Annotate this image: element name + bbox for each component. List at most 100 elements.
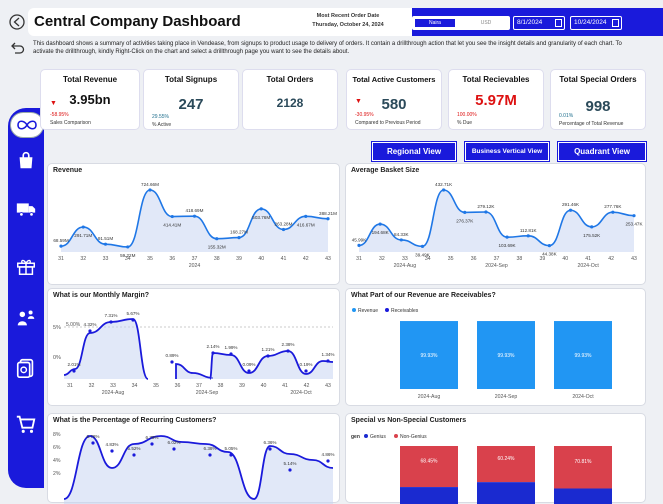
data-label: 416.67M	[297, 222, 315, 227]
data-label: 277.76K	[604, 204, 622, 209]
data-label: 4.86%	[321, 452, 334, 457]
kpi-total-receivables[interactable]: Total Recievables 5.97M 100.00% % Due	[448, 69, 544, 130]
x-tick-label: 38	[517, 256, 523, 262]
data-point	[110, 449, 114, 453]
kpi-sub-label: % Due	[457, 120, 473, 126]
kpi-value: 5.97M	[475, 92, 517, 109]
data-label: 291.71M	[74, 233, 92, 238]
x-group-label: 2024-Oct	[577, 263, 599, 269]
special-chart-panel[interactable]: Special vs Non-Special Customers gen Geni…	[345, 413, 646, 504]
money-icon[interactable]	[14, 356, 38, 380]
data-point	[126, 245, 130, 249]
kpi-sub-label: Compared to Previous Period	[355, 120, 421, 126]
data-point	[547, 244, 551, 248]
y-tick-label: 8%	[53, 432, 61, 438]
recent-order-label: Most Recent Order Date	[316, 13, 380, 19]
data-point	[170, 360, 174, 364]
x-tick-label: 39	[236, 256, 242, 262]
kpi-sub-value: 0.01%	[559, 113, 574, 119]
data-label: 5.05%	[224, 446, 237, 451]
kpi-total-revenue[interactable]: Total Revenue 3.95bn ▼ -58.95% Sales Com…	[40, 69, 140, 130]
data-point	[304, 214, 308, 218]
data-point	[304, 369, 308, 373]
kpi-sub-value: -30.95%	[355, 112, 374, 118]
x-tick-label: 41	[281, 256, 287, 262]
quadrant-view-button[interactable]: Quadrant View	[558, 142, 646, 161]
x-tick-label: 37	[192, 256, 198, 262]
x-tick-label: 36	[471, 256, 477, 262]
revenue-chart-panel[interactable]: Revenue 68.59M 291.71M 91.51M 59.22M 724.66M…	[47, 163, 340, 285]
x-group-label: 2024-Oct	[290, 390, 312, 396]
people-icon[interactable]	[14, 306, 38, 330]
data-label: 2.14%	[206, 344, 219, 349]
bar-non-genius	[400, 446, 458, 488]
kpi-value: 247	[178, 96, 204, 113]
gift-icon[interactable]	[14, 254, 38, 278]
kpi-special-orders[interactable]: Total Special Orders 998 0.01% Percentag…	[550, 69, 646, 130]
back-arrow-icon[interactable]	[9, 14, 25, 30]
return-arrow-icon[interactable]	[9, 40, 25, 56]
data-label: 112.81K	[520, 228, 538, 233]
data-point	[109, 320, 113, 324]
kpi-title: Total Active Customers	[352, 75, 436, 84]
x-tick-label: 39	[239, 383, 245, 389]
currency-usd-button[interactable]: USD	[466, 18, 506, 28]
currency-naira-button[interactable]: Naira	[414, 18, 456, 28]
data-label: 68.45%	[421, 459, 439, 465]
start-date-value: 8/1/2024	[517, 19, 543, 26]
x-tick-label: 38	[218, 383, 224, 389]
x-tick-label: 34	[125, 256, 131, 262]
y-tick-label: 4%	[53, 458, 61, 464]
y-tick-label: 2%	[53, 471, 61, 477]
data-label: 388.21M	[319, 211, 337, 216]
kpi-sub-label: Sales Comparison	[50, 120, 91, 126]
y-tick-label: 0%	[53, 355, 61, 361]
data-point	[378, 222, 382, 226]
margin-chart-panel[interactable]: What is our Monthly Margin? 5% 0% 5.00% 2.0…	[47, 288, 340, 406]
data-label: 432.71K	[435, 182, 453, 187]
x-tick-label: 40	[261, 383, 267, 389]
business-vertical-view-button[interactable]: Business Vertical View	[465, 142, 549, 161]
kpi-total-signups[interactable]: Total Signups 247 29.55% % Active	[143, 69, 239, 130]
x-tick-label: 33	[110, 383, 116, 389]
x-tick-label: 43	[325, 256, 331, 262]
recurring-chart-panel[interactable]: What is the Percentage of Recurring Cust…	[47, 413, 340, 504]
x-group-label: 2024-Sep	[196, 390, 219, 396]
margin-chart: 5% 0% 5.00% 2.01% 4.32% 7.31% 5.67% 0.89% 2.14% 1…	[53, 311, 335, 396]
kpi-sub-value: -58.95%	[50, 112, 69, 118]
down-triangle-icon: ▼	[50, 100, 57, 107]
x-tick-label: 37	[196, 383, 202, 389]
calendar-icon	[555, 19, 562, 27]
data-label: 194.68K	[372, 230, 390, 235]
data-label: 99.93%	[575, 353, 593, 359]
infinity-icon[interactable]	[10, 112, 44, 138]
receivables-chart-panel[interactable]: What Part of our Revenue are Receivables…	[345, 288, 646, 406]
calendar-icon	[612, 19, 619, 27]
data-label: 1.34%	[321, 352, 334, 357]
data-point	[192, 214, 197, 218]
data-point	[215, 237, 219, 241]
x-tick-label: 32	[80, 256, 86, 262]
regional-view-button[interactable]: Regional View	[372, 142, 456, 161]
series-area	[64, 436, 333, 504]
x-tick-label: 41	[282, 383, 288, 389]
start-date-picker[interactable]: 8/1/2024	[513, 16, 565, 30]
cart-icon[interactable]	[14, 412, 38, 436]
basket-chart-panel[interactable]: Average Basket Size 45.99K 194.68K 84.33K 3…	[345, 163, 646, 285]
kpi-total-orders[interactable]: Total Orders 2128	[242, 69, 338, 130]
x-tick-label: 39	[539, 256, 545, 262]
data-point	[268, 447, 272, 451]
data-label: 279.12K	[477, 204, 495, 209]
down-triangle-icon: ▼	[355, 98, 362, 105]
legend-marker	[385, 308, 389, 312]
end-date-picker[interactable]: 10/24/2024	[570, 16, 622, 30]
data-point	[229, 352, 233, 356]
x-tick-label: 35	[448, 256, 454, 262]
x-tick-label: 2024-Aug	[418, 394, 441, 400]
legend-title: gen	[351, 434, 360, 440]
kpi-active-customers[interactable]: Total Active Customers 580 ▼ -30.95% Com…	[346, 69, 442, 130]
data-point	[399, 238, 403, 242]
bag-icon[interactable]	[14, 148, 38, 172]
truck-icon[interactable]	[14, 196, 38, 220]
data-point	[463, 210, 467, 215]
